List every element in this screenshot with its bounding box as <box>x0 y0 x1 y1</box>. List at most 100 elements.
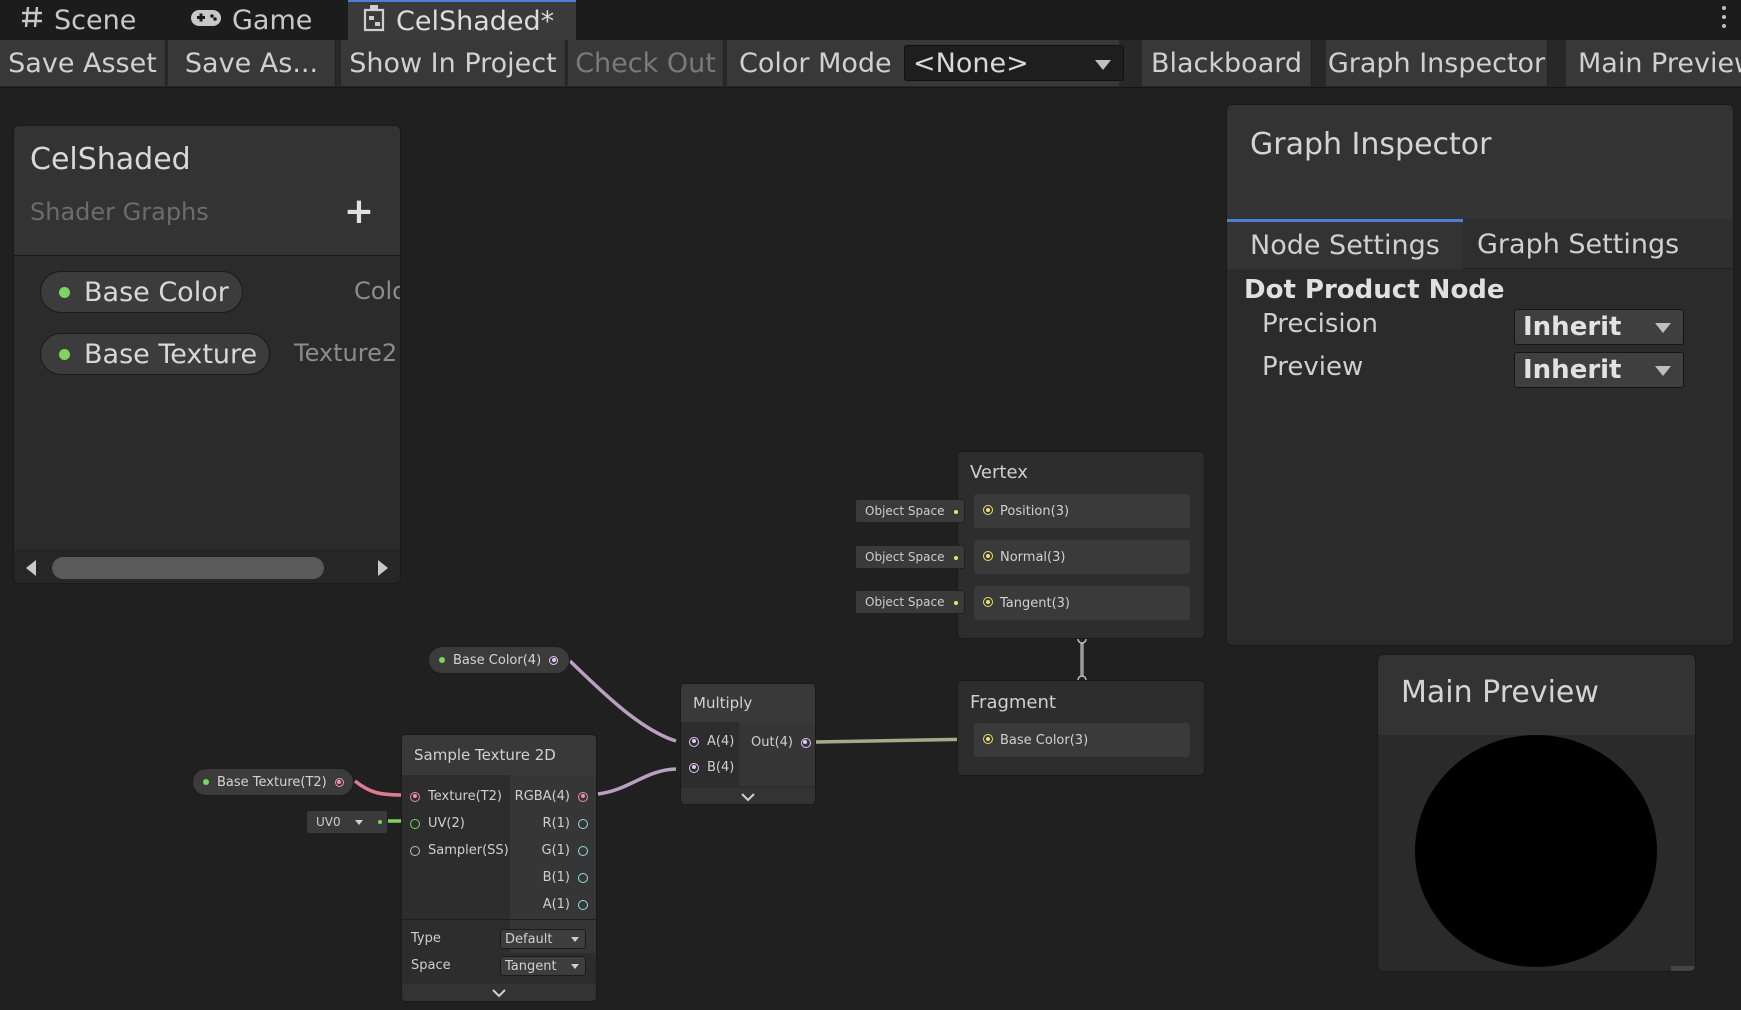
tangent-port[interactable] <box>983 597 993 607</box>
multiply-out-port[interactable] <box>800 737 811 748</box>
tangent-space-chip[interactable]: Object Space <box>855 590 965 614</box>
base-color-node-label: Base Color(4) <box>453 652 542 668</box>
multiply-out-label: Out(4) <box>751 735 793 750</box>
chevron-down-icon <box>1655 323 1671 333</box>
fragment-slot-base-color[interactable]: Base Color(3) <box>974 723 1190 757</box>
inspector-node-title: Dot Product Node <box>1244 275 1505 305</box>
plus-icon[interactable]: + <box>344 194 374 230</box>
property-type: Colo <box>354 277 400 305</box>
blackboard-panel: CelShaded Shader Graphs + Base Color Col… <box>13 125 401 584</box>
sample-output-b[interactable]: B(1) <box>543 870 588 885</box>
base-texture-property-node[interactable]: Base Texture(T2) <box>192 768 354 796</box>
normal-port[interactable] <box>983 551 993 561</box>
blackboard-property-base-color[interactable]: Base Color <box>40 271 243 313</box>
vertex-slot-normal[interactable]: Normal(3) <box>974 540 1190 574</box>
sample-output-a[interactable]: A(1) <box>543 897 588 912</box>
texture-input-port[interactable] <box>410 791 420 802</box>
multiply-input-a[interactable]: A(4) <box>689 734 734 749</box>
multiply-a-port[interactable] <box>689 736 699 747</box>
sample-texture-title: Sample Texture 2D <box>402 735 596 775</box>
position-space-chip[interactable]: Object Space <box>855 499 965 523</box>
chevron-down-icon <box>492 988 506 997</box>
base-color-property-node[interactable]: Base Color(4) <box>428 646 570 674</box>
type-value: Default <box>505 931 553 947</box>
vertex-title: Vertex <box>958 452 1204 492</box>
multiply-b-port[interactable] <box>689 762 699 773</box>
blackboard-horizontal-scrollbar[interactable] <box>14 549 400 583</box>
scroll-right-icon[interactable] <box>378 560 388 576</box>
preview-dropdown[interactable]: Inherit <box>1514 352 1684 388</box>
position-space-label: Object Space <box>865 504 945 518</box>
sample-input-texture[interactable]: Texture(T2) <box>410 789 502 804</box>
blackboard-subtitle: Shader Graphs <box>30 198 209 226</box>
property-type: Texture2 <box>294 339 398 367</box>
uv-channel-dropdown[interactable]: UV0 <box>306 810 388 834</box>
uv-input-label: UV(2) <box>428 816 465 831</box>
sample-divider <box>402 919 596 920</box>
rgba-output-port[interactable] <box>578 791 588 802</box>
a-output-port[interactable] <box>578 899 588 910</box>
type-dropdown[interactable]: Default <box>500 929 586 949</box>
preview-sphere[interactable] <box>1415 735 1657 967</box>
normal-space-label: Object Space <box>865 550 945 564</box>
wire-rgba-to-multiply-b <box>597 767 677 796</box>
r-output-label: R(1) <box>542 816 570 831</box>
sample-output-r[interactable]: R(1) <box>543 816 588 831</box>
r-output-port[interactable] <box>578 818 588 829</box>
sample-output-g[interactable]: G(1) <box>541 843 588 858</box>
b-output-port[interactable] <box>578 872 588 883</box>
base-texture-out-port[interactable] <box>334 777 344 787</box>
sample-output-rgba[interactable]: RGBA(4) <box>515 789 588 804</box>
sample-texture-2d-node[interactable]: Sample Texture 2D Texture(T2) UV(2) Samp… <box>401 734 597 1002</box>
resize-handle[interactable] <box>1671 966 1695 971</box>
vertex-context-node[interactable]: Vertex Position(3) Normal(3) Tangent(3) <box>957 451 1205 639</box>
tab-graph-settings[interactable]: Graph Settings <box>1454 219 1702 269</box>
property-dot <box>203 779 209 785</box>
graph-inspector-panel: Graph Inspector Node Settings Graph Sett… <box>1226 104 1734 646</box>
g-output-label: G(1) <box>541 843 571 858</box>
base-color-out-port[interactable] <box>549 655 559 665</box>
property-dot <box>59 348 70 360</box>
a-output-label: A(1) <box>542 897 570 912</box>
multiply-output-area <box>739 722 815 786</box>
normal-space-chip[interactable]: Object Space <box>855 545 965 569</box>
inspector-tabs: Node Settings Graph Settings <box>1227 219 1733 269</box>
preview-header: Main Preview <box>1378 655 1695 735</box>
precision-dropdown[interactable]: Inherit <box>1514 309 1684 345</box>
property-name: Base Texture <box>84 338 258 370</box>
blackboard-property-base-texture[interactable]: Base Texture <box>40 333 270 375</box>
preview-title: Main Preview <box>1401 675 1599 710</box>
fragment-context-node[interactable]: Fragment Base Color(3) <box>957 680 1205 776</box>
scroll-left-icon[interactable] <box>26 560 36 576</box>
multiply-input-b[interactable]: B(4) <box>689 760 734 775</box>
vertex-slot-tangent[interactable]: Tangent(3) <box>974 586 1190 620</box>
vertex-slot-position[interactable]: Position(3) <box>974 494 1190 528</box>
base-color-port[interactable] <box>983 734 993 744</box>
chevron-down-icon <box>355 820 363 825</box>
g-output-port[interactable] <box>578 845 588 856</box>
multiply-output[interactable]: Out(4) <box>751 735 811 750</box>
sample-input-uv[interactable]: UV(2) <box>410 816 465 831</box>
tab-node-settings[interactable]: Node Settings <box>1227 219 1463 269</box>
multiply-expand-button[interactable] <box>681 788 815 804</box>
sample-expand-button[interactable] <box>402 984 596 1001</box>
type-label-text: Type <box>411 931 441 946</box>
space-label-text: Space <box>411 958 451 973</box>
property-name: Base Color <box>84 276 229 308</box>
multiply-b-label: B(4) <box>707 760 735 775</box>
scrollbar-thumb[interactable] <box>52 557 324 579</box>
space-dropdown[interactable]: Tangent <box>500 956 586 976</box>
normal-label: Normal(3) <box>1000 549 1066 565</box>
position-label: Position(3) <box>1000 503 1070 519</box>
sampler-input-port[interactable] <box>410 845 420 856</box>
tangent-space-label: Object Space <box>865 595 945 609</box>
precision-label: Precision <box>1262 309 1379 339</box>
uv-input-port[interactable] <box>410 818 420 829</box>
multiply-title: Multiply <box>681 684 815 722</box>
chevron-down-icon <box>1655 366 1671 376</box>
position-port[interactable] <box>983 505 993 515</box>
chevron-down-icon <box>571 937 579 942</box>
multiply-a-label: A(4) <box>707 734 735 749</box>
sample-input-sampler[interactable]: Sampler(SS) <box>410 843 509 858</box>
multiply-node[interactable]: Multiply A(4) B(4) Out(4) <box>680 683 816 805</box>
